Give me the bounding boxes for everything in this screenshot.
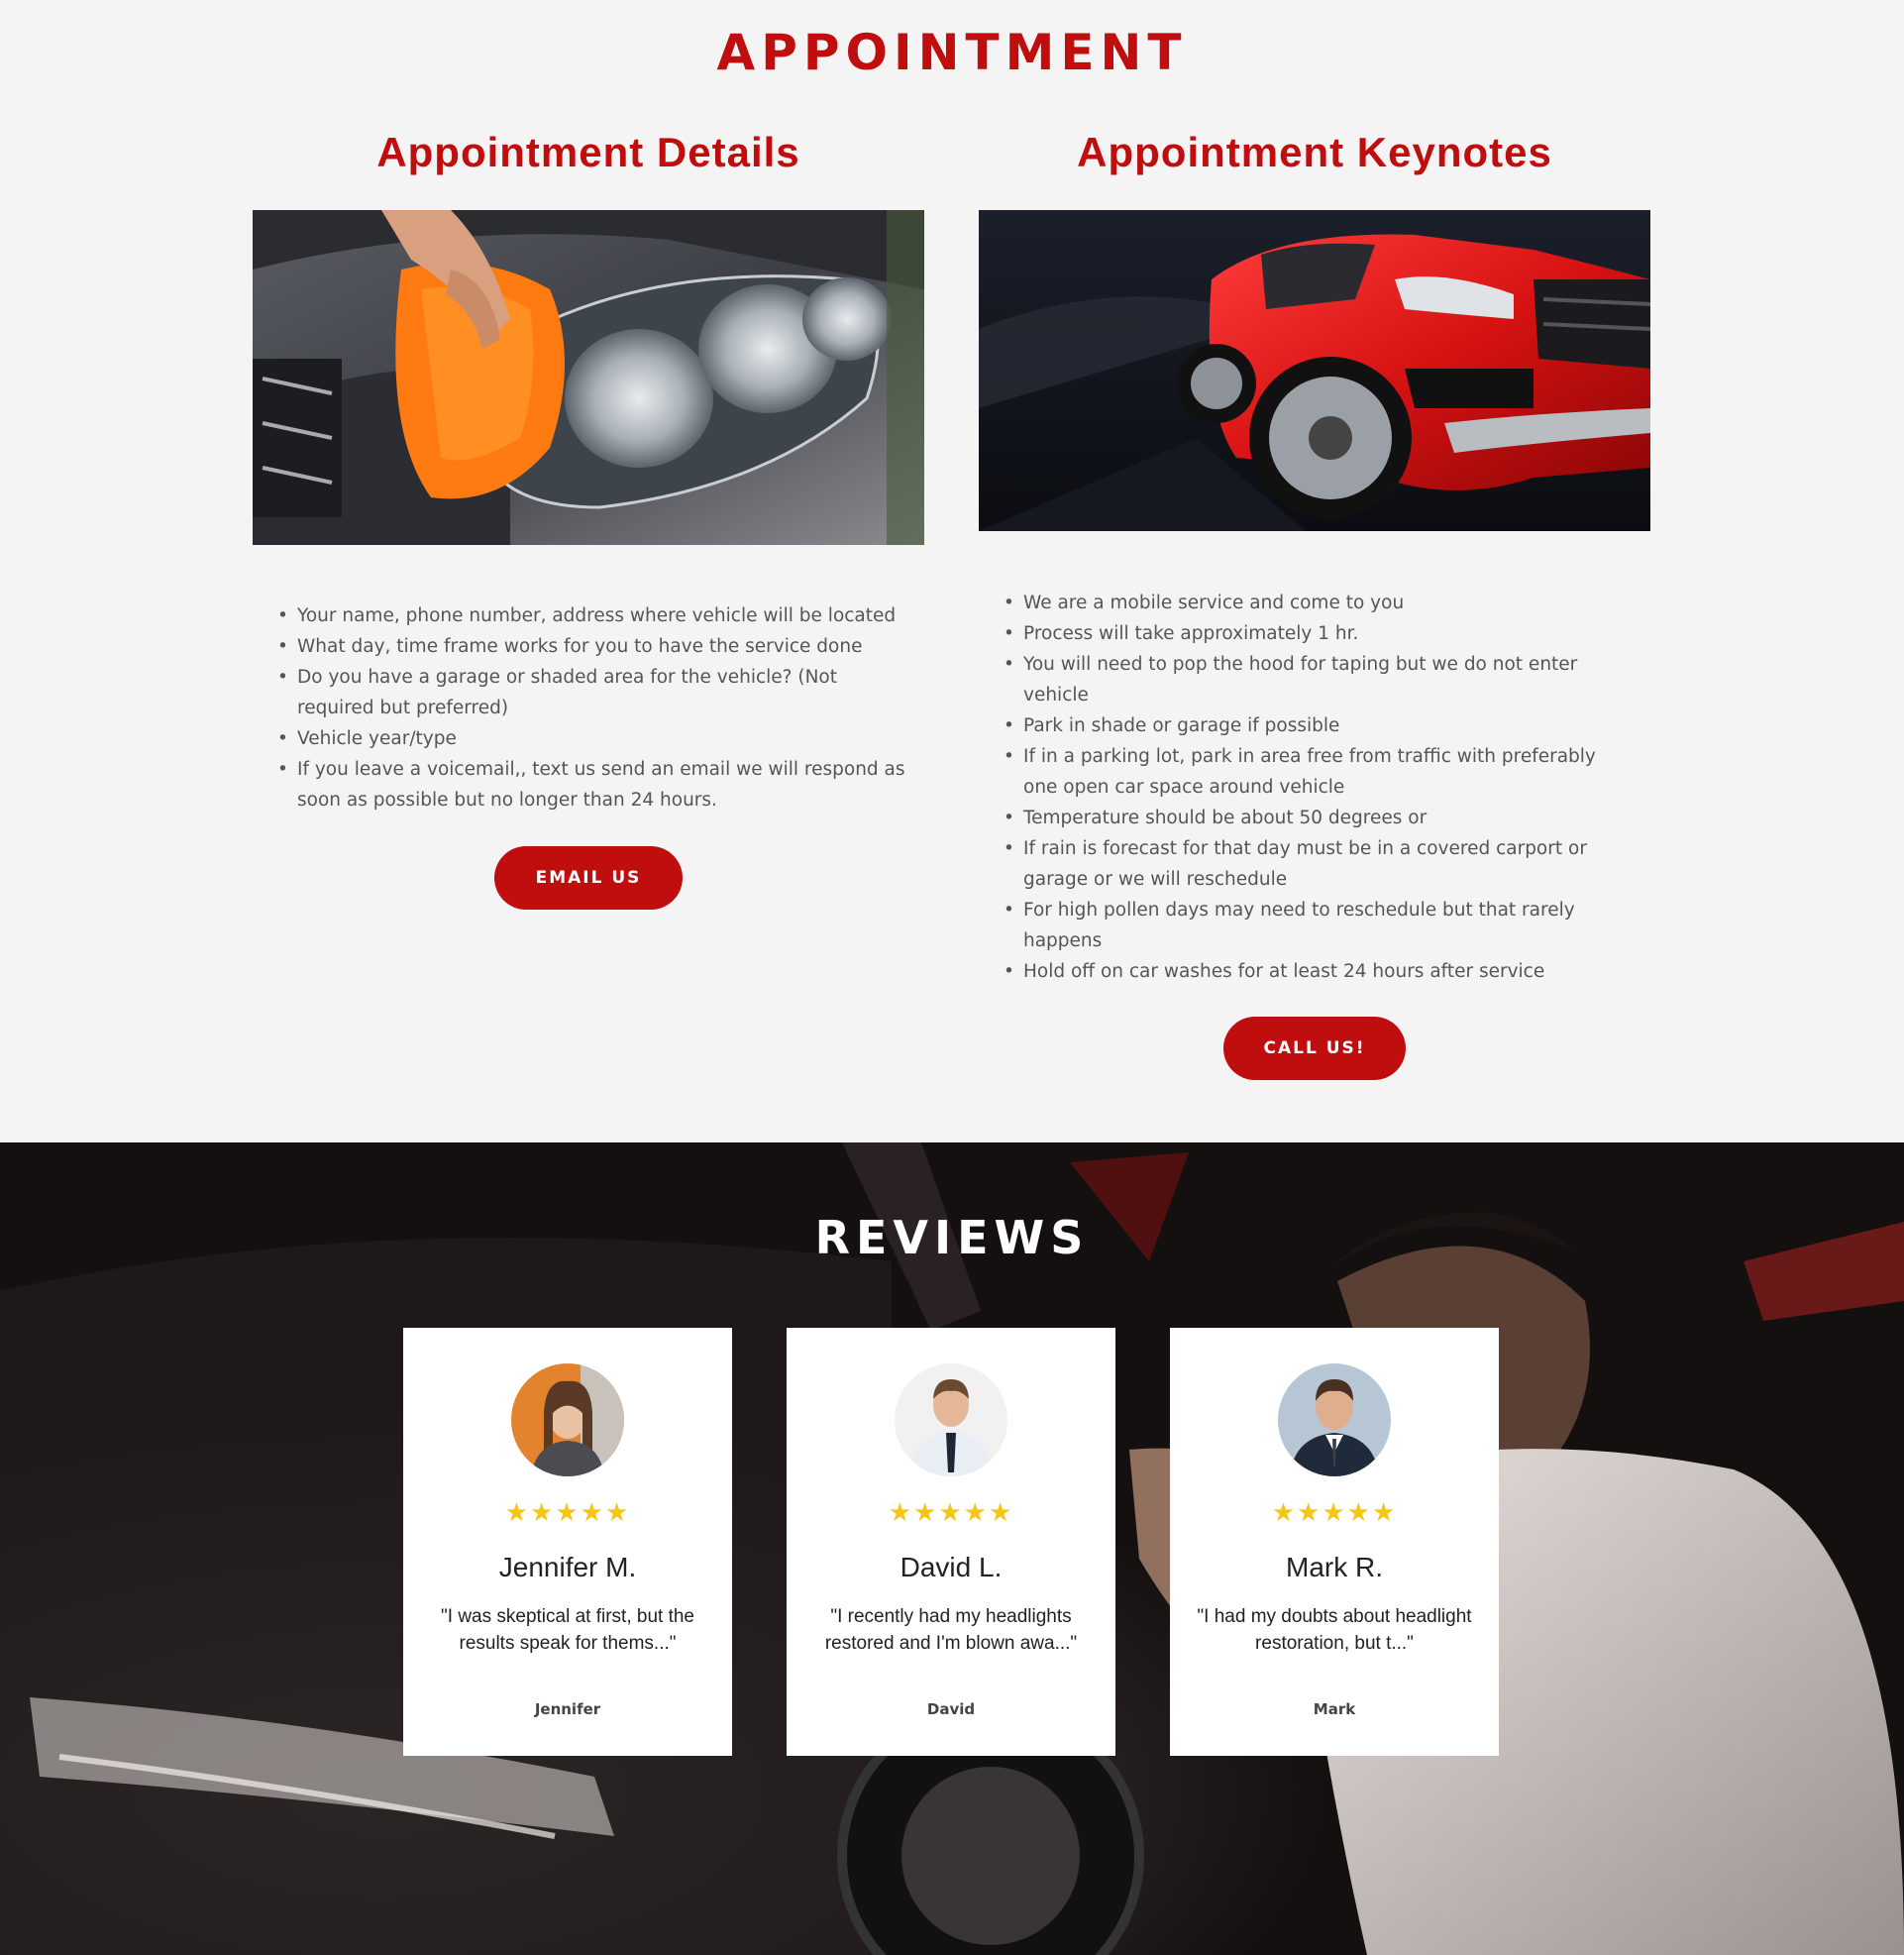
list-item: Your name, phone number, address where v… [277,600,911,631]
list-item: If in a parking lot, park in area free f… [1004,741,1618,803]
list-item: Process will take approximately 1 hr. [1004,618,1618,649]
list-item: Park in shade or garage if possible [1004,710,1618,741]
reviewer-name: Mark R. [1286,1552,1383,1582]
appointment-details-list: Your name, phone number, address where v… [277,600,911,815]
email-us-button[interactable]: EMAIL US [494,846,683,910]
avatar [511,1363,624,1476]
list-item: Hold off on car washes for at least 24 h… [1004,956,1618,987]
appointment-title: APPOINTMENT [716,24,1188,81]
star-rating: ★★★★★ [888,1498,1014,1528]
list-item: If you leave a voicemail,, text us send … [277,754,911,815]
review-author: Jennifer [534,1700,601,1718]
review-quote: "I was skeptical at first, but the resul… [441,1606,694,1654]
review-card: ★★★★★ David L. "I recently had my headli… [787,1328,1115,1756]
list-item: What day, time frame works for you to ha… [277,631,911,662]
reviewer-name: David L. [899,1552,1003,1582]
headlight-polishing-image [253,210,924,545]
avatar [895,1363,1007,1476]
appointment-details-heading: Appointment Details [376,129,800,175]
list-item: Vehicle year/type [277,723,911,754]
reviews-title: REVIEWS [814,1211,1090,1264]
review-card: ★★★★★ Jennifer M. "I was skeptical at fi… [403,1328,732,1756]
appointment-keynotes-heading: Appointment Keynotes [1077,129,1552,175]
list-item: If rain is forecast for that day must be… [1004,833,1618,895]
review-quote: "I had my doubts about headlight restora… [1197,1606,1472,1654]
red-suv-image [979,210,1650,531]
reviewer-name: Jennifer M. [498,1552,637,1582]
avatar [1278,1363,1391,1476]
review-card: ★★★★★ Mark R. "I had my doubts about hea… [1170,1328,1499,1756]
list-item: Temperature should be about 50 degrees o… [1004,803,1618,833]
appointment-keynotes-list: We are a mobile service and come to you … [1004,588,1618,987]
review-author: David [926,1700,976,1718]
list-item: For high pollen days may need to resched… [1004,895,1618,956]
call-us-button[interactable]: CALL US! [1223,1017,1406,1080]
list-item: We are a mobile service and come to you [1004,588,1618,618]
star-rating: ★★★★★ [504,1498,631,1528]
list-item: You will need to pop the hood for taping… [1004,649,1618,710]
review-quote: "I recently had my headlights restored a… [824,1606,1078,1654]
list-item: Do you have a garage or shaded area for … [277,662,911,723]
review-author: Mark [1313,1700,1356,1718]
star-rating: ★★★★★ [1271,1498,1398,1528]
